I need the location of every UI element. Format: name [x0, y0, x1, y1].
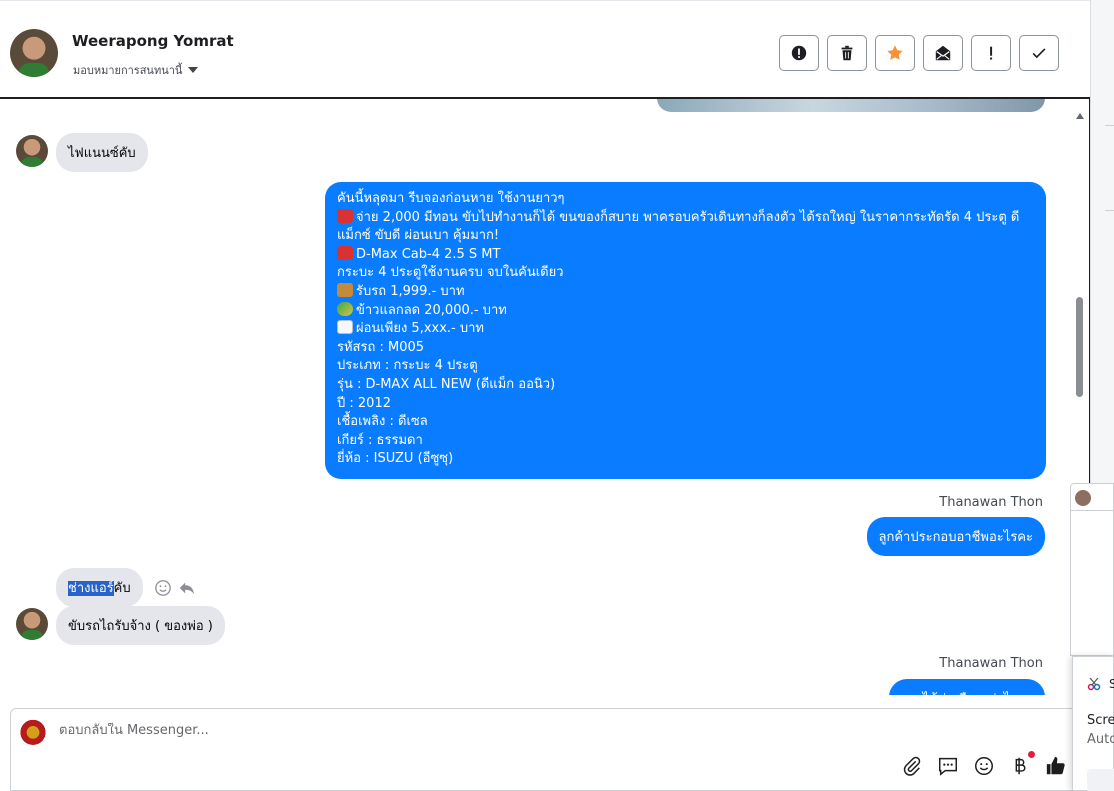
chart-down-emoji-icon — [337, 320, 353, 335]
mini-chat-header[interactable] — [1070, 483, 1114, 511]
rice-emoji-icon — [337, 301, 353, 316]
incoming-message[interactable]: ไฟแนนซ์คับ — [56, 133, 148, 172]
sender-name: Thanawan Thon — [939, 656, 1043, 671]
assign-conversation-dropdown[interactable]: มอบหมายการสนทนานี้ — [73, 61, 199, 79]
offer-line: กระบะ 4 ประตูใช้งานครบ จบในคันเดียว — [337, 265, 564, 281]
scroll-up-arrow-icon[interactable] — [1076, 113, 1084, 119]
offer-line: เชื้อเพลิง : ดีเซล — [337, 414, 428, 430]
star-icon — [887, 45, 903, 60]
offer-line: ยี่ห้อ : ISUZU (อีซูซุ) — [337, 451, 454, 467]
snipping-tool-icon — [1087, 677, 1101, 691]
offer-line: ปี : 2012 — [337, 395, 391, 411]
car-emoji-icon — [337, 208, 353, 223]
react-emoji-icon[interactable] — [154, 579, 172, 597]
spam-button[interactable] — [779, 35, 819, 71]
package-emoji-icon — [337, 282, 353, 297]
snipping-tool-toast[interactable]: S Scree Auto — [1072, 656, 1114, 791]
outgoing-message[interactable]: ลูกค้าประกอบอาชีพอะไรคะ — [866, 517, 1045, 556]
caret-down-icon — [188, 67, 199, 73]
toast-app-name: S — [1109, 677, 1114, 691]
selected-text: ช่างแอร์ — [68, 581, 114, 596]
offer-line: ประเภท : กระบะ 4 ประตู — [337, 358, 478, 374]
trash-icon — [841, 45, 853, 61]
like-thumbs-up-icon[interactable] — [1045, 755, 1067, 777]
scrollbar-thumb[interactable] — [1076, 297, 1083, 397]
assign-label: มอบหมายการสนทนานี้ — [73, 64, 183, 77]
sender-avatar[interactable] — [16, 608, 48, 640]
toast-action[interactable] — [1087, 769, 1114, 791]
emoji-icon[interactable] — [973, 755, 995, 777]
shared-image-attachment[interactable] — [657, 99, 1045, 112]
incoming-message-selected[interactable]: ช่างแอร์คับ — [56, 568, 143, 607]
divider — [1105, 210, 1114, 211]
offer-line: ข้าวแลกลด 20,000.- บาท — [337, 301, 1034, 321]
offer-line: จ่าย 2,000 มีทอน ขับไปทำงานก็ได้ ขนของก็… — [337, 208, 1034, 228]
inbox-conversation-view: Weerapong Yomrat มอบหมายการสนทนานี้ ไฟแน… — [0, 0, 1114, 791]
offer-line: รับรถ 1,999.- บาท — [337, 282, 1034, 302]
star-button[interactable] — [875, 35, 915, 71]
offer-line: รหัสรถ : M005 — [337, 339, 425, 355]
contact-avatar[interactable] — [10, 29, 58, 77]
follow-up-button[interactable] — [971, 35, 1011, 71]
sender-avatar[interactable] — [16, 135, 48, 167]
offer-line: เกียร์ : ธรรมดา — [337, 432, 423, 448]
done-check-icon — [1032, 48, 1046, 59]
car-emoji-icon — [337, 245, 353, 260]
conversation-header: Weerapong Yomrat มอบหมายการสนทนานี้ — [0, 0, 1090, 99]
incoming-message[interactable]: ขับรถไถรับจ้าง ( ของพ่อ ) — [56, 606, 225, 645]
mark-unread-button[interactable] — [923, 35, 963, 71]
mini-chat-panel[interactable] — [1070, 511, 1114, 656]
outgoing-message[interactable]: รายได้ต่อเดือนเท่าไรคะ — [888, 679, 1045, 695]
message-thread[interactable]: ไฟแนนซ์คับ คันนี้หลุดมา รีบจองก่อนหาย ใช… — [0, 99, 1090, 695]
reply-input[interactable] — [59, 723, 859, 738]
mini-avatar — [1075, 490, 1091, 506]
message-hover-actions — [154, 579, 196, 597]
toast-subtitle: Auto — [1087, 732, 1114, 747]
spam-icon — [791, 45, 807, 61]
toast-title: Scree — [1087, 713, 1114, 728]
offer-line: ผ่อนเพียง 5,xxx.- บาท — [337, 320, 1034, 339]
mark-unread-icon — [935, 45, 951, 61]
offer-line: แม็กซ์ ขับดี ผ่อนเบา คุ้มมาก! — [337, 228, 500, 244]
mark-done-button[interactable] — [1019, 35, 1059, 71]
header-actions — [779, 35, 1059, 71]
divider — [1105, 125, 1114, 126]
composer-tools — [901, 755, 1067, 777]
offer-line: D-Max Cab-4 2.5 S MT — [337, 245, 1034, 265]
saved-replies-icon[interactable] — [937, 755, 959, 777]
notification-dot — [1028, 751, 1035, 758]
reply-composer — [10, 708, 1080, 791]
follow-up-icon — [990, 46, 993, 60]
offer-line: คันนี้หลุดมา รีบจองก่อนหาย ใช้งานยาวๆ — [337, 191, 565, 206]
attachment-paperclip-icon[interactable] — [901, 755, 923, 777]
delete-button[interactable] — [827, 35, 867, 71]
contact-name[interactable]: Weerapong Yomrat — [72, 32, 234, 50]
sender-name: Thanawan Thon — [939, 495, 1043, 510]
page-avatar — [19, 717, 47, 745]
payment-baht-icon[interactable] — [1009, 755, 1031, 777]
outgoing-message-car-offer[interactable]: คันนี้หลุดมา รีบจองก่อนหาย ใช้งานยาวๆ จ่… — [325, 182, 1046, 479]
reply-icon[interactable] — [178, 579, 196, 597]
offer-line: รุ่น : D-MAX ALL NEW (ดีแม็ก ออนิว) — [337, 376, 556, 392]
